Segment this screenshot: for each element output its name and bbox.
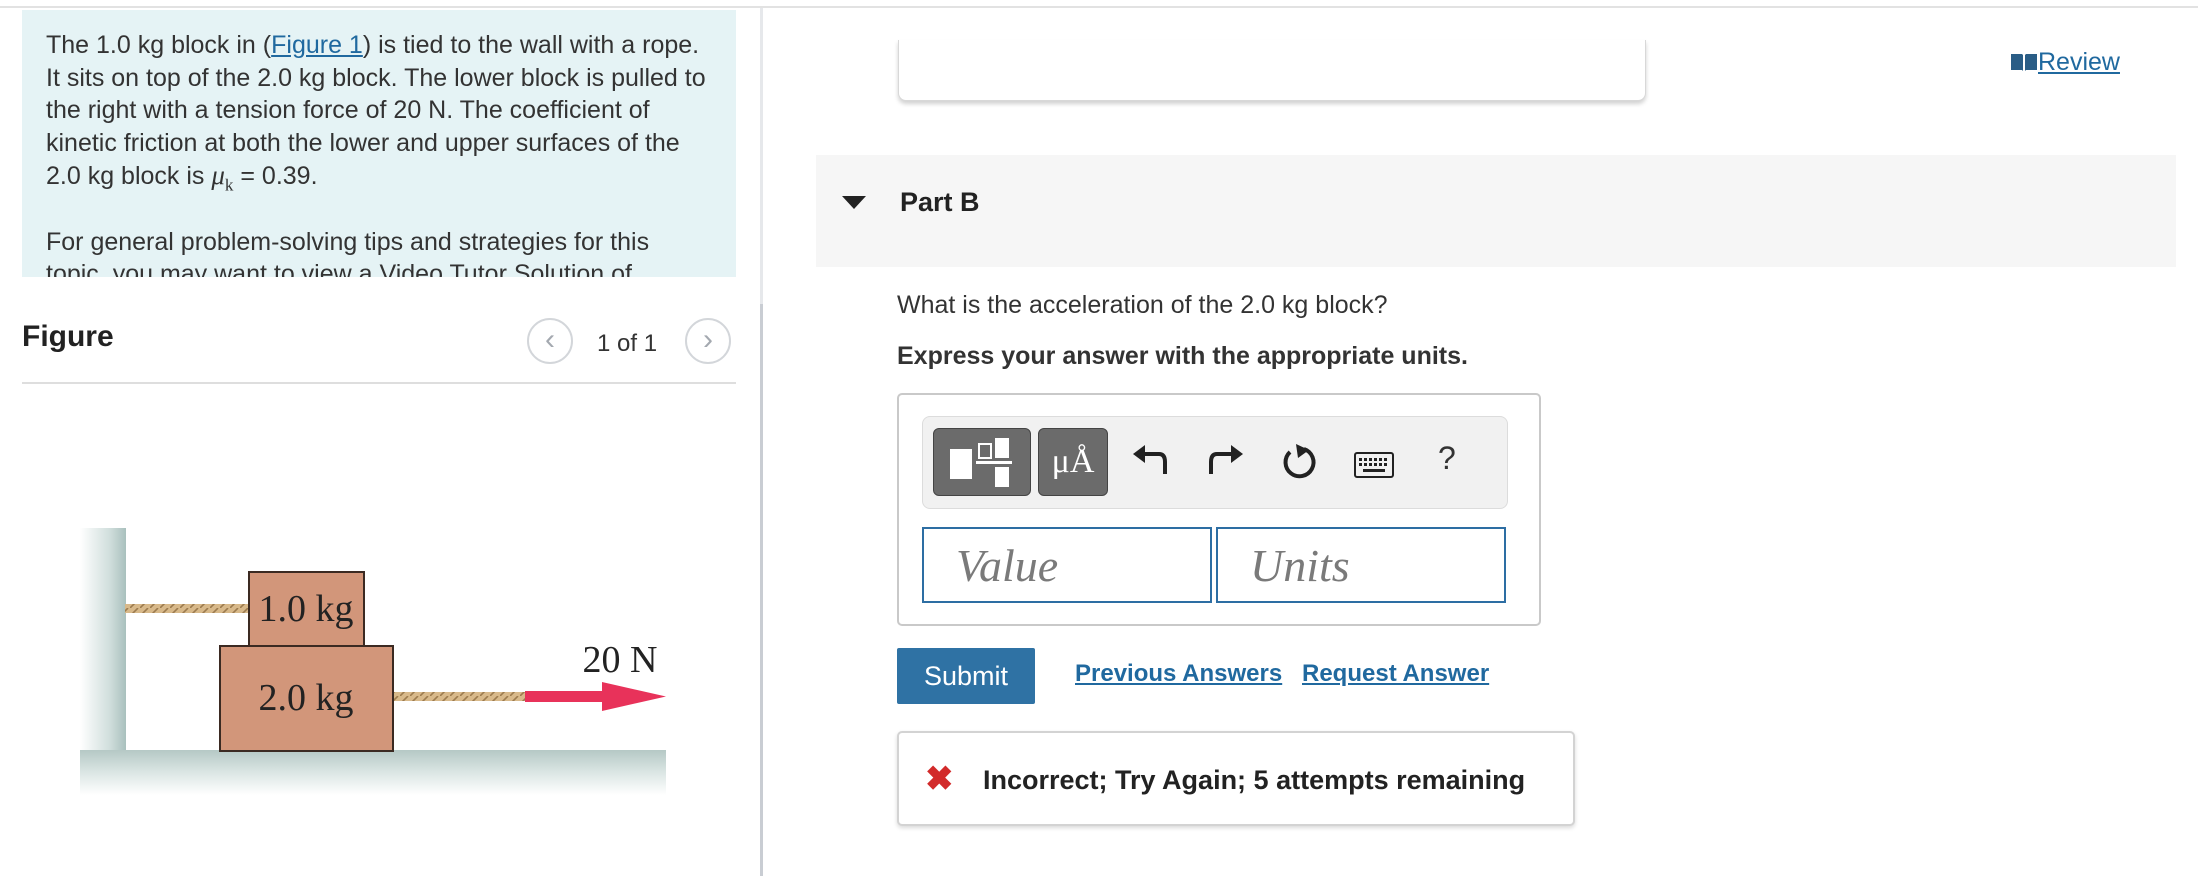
review-link[interactable]: Review <box>2010 48 2120 77</box>
problem-paragraph-2: For general problem-solving tips and str… <box>46 227 650 277</box>
units-symbol: μÅ <box>1051 443 1095 480</box>
pane-divider-highlight <box>760 8 763 304</box>
previous-figure-button[interactable]: ‹ <box>527 318 573 364</box>
problem-paragraph-1: The 1.0 kg block in (Figure 1) is tied t… <box>22 29 736 202</box>
upper-block-label: 1.0 kg <box>259 588 354 630</box>
figure-counter: 1 of 1 <box>597 330 658 357</box>
units-button[interactable]: μÅ <box>1038 428 1108 496</box>
problem-statement: The 1.0 kg block in (Figure 1) is tied t… <box>22 10 736 277</box>
undo-icon[interactable] <box>1129 440 1171 484</box>
fraction-template-icon <box>950 438 1012 487</box>
part-title: Part B <box>900 187 980 217</box>
next-figure-button[interactable]: › <box>685 318 731 364</box>
collapse-caret-icon[interactable] <box>842 196 866 209</box>
top-border <box>0 6 2198 8</box>
previous-answers-link[interactable]: Previous Answers <box>1075 660 1282 688</box>
part-b-header[interactable] <box>816 155 2176 267</box>
problem-text: = 0.39. <box>233 162 318 190</box>
figure-link[interactable]: Figure 1 <box>271 31 363 59</box>
previous-part-card <box>898 40 1646 101</box>
request-answer-link[interactable]: Request Answer <box>1302 660 1489 688</box>
problem-text: The 1.0 kg block in ( <box>46 31 272 59</box>
chevron-left-icon: ‹ <box>545 323 555 356</box>
floor <box>80 750 666 795</box>
question-text: What is the acceleration of the 2.0 kg b… <box>897 291 1388 319</box>
keyboard-icon[interactable] <box>1354 452 1394 478</box>
figure-title: Figure <box>22 320 114 353</box>
chevron-right-icon: › <box>703 323 713 356</box>
figure-divider <box>22 382 736 384</box>
units-input[interactable] <box>1216 527 1506 603</box>
templates-button[interactable] <box>933 428 1031 496</box>
force-label: 20 N <box>583 639 658 681</box>
reset-icon[interactable] <box>1279 440 1321 484</box>
redo-icon[interactable] <box>1205 440 1247 484</box>
review-label: Review <box>2038 48 2120 76</box>
pull-rope <box>394 692 530 701</box>
help-button[interactable]: ? <box>1438 440 1456 477</box>
feedback-message: Incorrect; Try Again; 5 attempts remaini… <box>983 765 1526 795</box>
book-icon <box>2011 54 2037 71</box>
mu-k-symbol: μk <box>211 160 234 195</box>
value-input[interactable] <box>922 527 1212 603</box>
blocks-figure: 1.0 kg 2.0 kg 20 N <box>80 528 666 795</box>
x-mark-icon: ✖ <box>925 760 954 798</box>
force-arrow <box>525 682 666 711</box>
answer-instruction: Express your answer with the appropriate… <box>897 342 1468 370</box>
submit-button[interactable]: Submit <box>897 648 1035 704</box>
lower-block-label: 2.0 kg <box>259 677 354 719</box>
